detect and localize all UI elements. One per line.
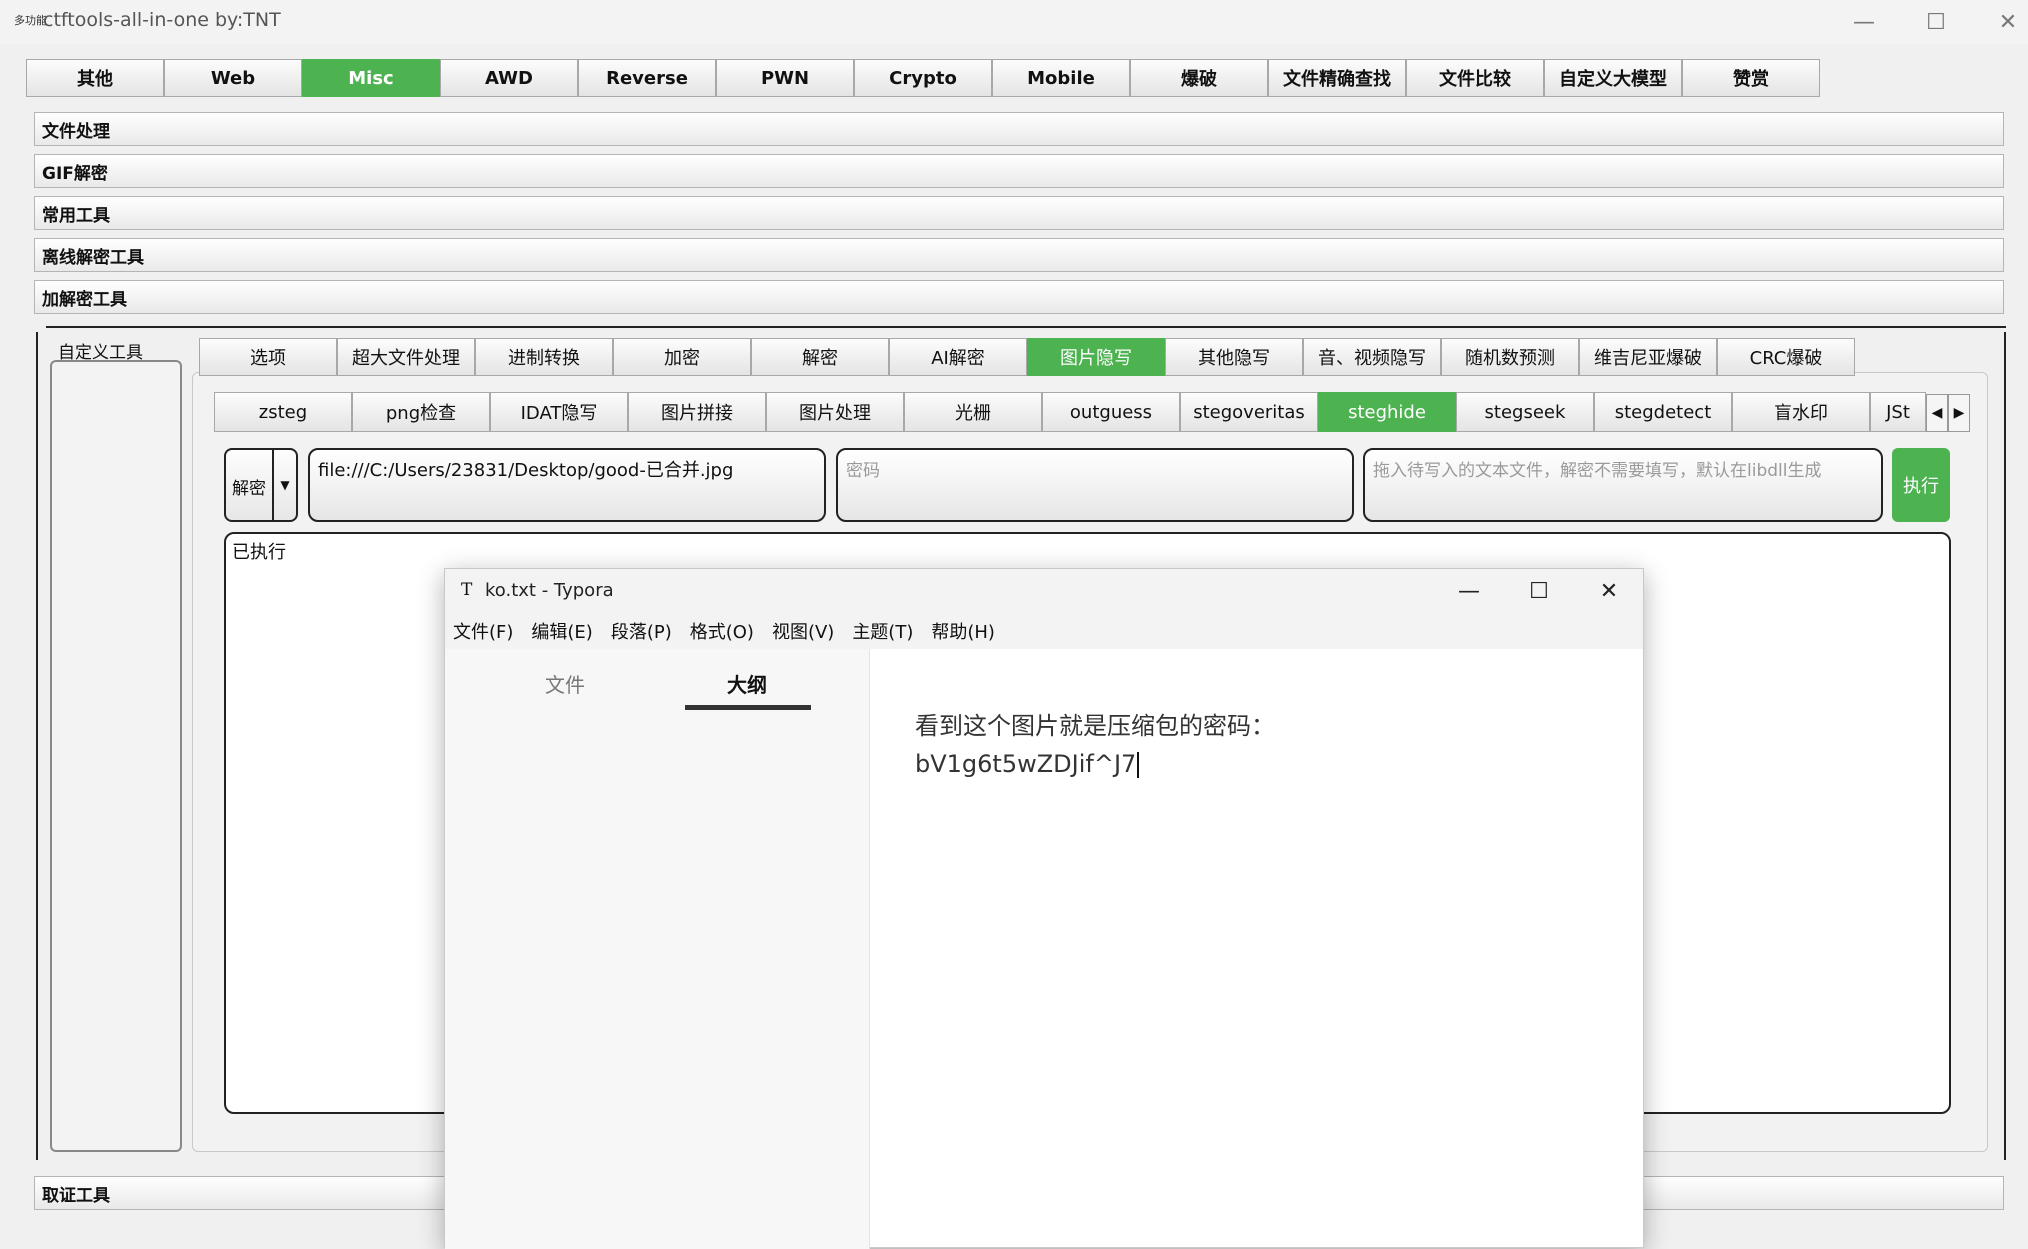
main-tab[interactable]: Crypto (854, 59, 992, 97)
main-tab[interactable]: Misc (302, 59, 440, 97)
sub-tab[interactable]: 维吉尼亚爆破 (1579, 338, 1717, 376)
typora-minimize-icon[interactable]: — (1441, 573, 1497, 609)
menu-file[interactable]: 文件(F) (453, 618, 513, 644)
sub-tab[interactable]: 超大文件处理 (337, 338, 475, 376)
sub-tab[interactable]: AI解密 (889, 338, 1027, 376)
sub-tab[interactable]: CRC爆破 (1717, 338, 1855, 376)
mode-value: 解密 (232, 479, 266, 499)
tool-tab[interactable]: png检查 (352, 392, 490, 432)
main-tab[interactable]: 文件精确查找 (1268, 59, 1406, 97)
main-tab[interactable]: Reverse (578, 59, 716, 97)
typora-close-icon[interactable]: ✕ (1581, 573, 1637, 609)
sidebar-tab-outline[interactable]: 大纲 (727, 669, 767, 698)
tool-tab[interactable]: IDAT隐写 (490, 392, 628, 432)
close-icon[interactable]: ✕ (1980, 4, 2028, 40)
execute-button[interactable]: 执行 (1892, 448, 1950, 522)
menu-paragraph[interactable]: 段落(P) (611, 618, 672, 644)
section-common-tools[interactable]: 常用工具 (34, 196, 2004, 230)
main-tab[interactable]: Mobile (992, 59, 1130, 97)
content-line: 看到这个图片就是压缩包的密码： (915, 712, 1275, 740)
menu-view[interactable]: 视图(V) (772, 618, 834, 644)
menu-format[interactable]: 格式(O) (690, 618, 754, 644)
custom-tools-label: 自定义工具 (52, 338, 150, 363)
maximize-icon[interactable]: ☐ (1908, 4, 1964, 40)
typora-title: ko.txt - Typora (485, 580, 614, 601)
minimize-icon[interactable]: — (1836, 4, 1892, 40)
sub-tab[interactable]: 解密 (751, 338, 889, 376)
sub-tab[interactable]: 随机数预测 (1441, 338, 1579, 376)
password-input[interactable]: 密码 (836, 448, 1354, 522)
tool-tab[interactable]: 图片拼接 (628, 392, 766, 432)
sub-tab[interactable]: 选项 (199, 338, 337, 376)
section-gif-decrypt[interactable]: GIF解密 (34, 154, 2004, 188)
typora-sidebar: 文件 大纲 (445, 649, 870, 1249)
main-tab[interactable]: 其他 (26, 59, 164, 97)
output-text: 已执行 (232, 542, 286, 563)
menu-help[interactable]: 帮助(H) (931, 618, 995, 644)
main-tab[interactable]: 自定义大模型 (1544, 59, 1682, 97)
main-tab[interactable]: Web (164, 59, 302, 97)
menu-edit[interactable]: 编辑(E) (531, 618, 592, 644)
content-line: bV1g6t5wZDJif^J7 (915, 750, 1137, 778)
main-tab[interactable]: PWN (716, 59, 854, 97)
tool-tab[interactable]: stegdetect (1594, 392, 1732, 432)
section-offline-decrypt[interactable]: 离线解密工具 (34, 238, 2004, 272)
window-title: ctftools-all-in-one by:TNT (43, 9, 281, 31)
scroll-left-icon[interactable]: ◀ (1926, 394, 1948, 432)
tool-tab[interactable]: outguess (1042, 392, 1180, 432)
sub-tab[interactable]: 其他隐写 (1165, 338, 1303, 376)
sub-tab[interactable]: 图片隐写 (1027, 338, 1165, 376)
sub-tab[interactable]: 音、视频隐写 (1303, 338, 1441, 376)
typora-editor[interactable]: 看到这个图片就是压缩包的密码： bV1g6t5wZDJif^J7 (915, 707, 1275, 783)
tool-tab[interactable]: 光栅 (904, 392, 1042, 432)
section-file-processing[interactable]: 文件处理 (34, 112, 2004, 146)
frame-top-line (46, 326, 2006, 328)
tool-tab[interactable]: JSt (1870, 392, 1926, 432)
typora-window: T ko.txt - Typora — ☐ ✕ 文件(F) 编辑(E) 段落(P… (444, 568, 1644, 1249)
file-path-input[interactable]: file:///C:/Users/23831/Desktop/good-已合并.… (308, 448, 826, 522)
menu-theme[interactable]: 主题(T) (852, 618, 913, 644)
active-tab-underline (685, 705, 811, 710)
typora-maximize-icon[interactable]: ☐ (1511, 573, 1567, 609)
title-bar (0, 0, 2028, 44)
sidebar-tab-files[interactable]: 文件 (545, 669, 585, 698)
main-tab[interactable]: 爆破 (1130, 59, 1268, 97)
section-encrypt-decrypt[interactable]: 加解密工具 (34, 280, 2004, 314)
custom-tools-list[interactable] (50, 360, 182, 1152)
sub-tab[interactable]: 进制转换 (475, 338, 613, 376)
tool-tab[interactable]: stegoveritas (1180, 392, 1318, 432)
main-tab[interactable]: 文件比较 (1406, 59, 1544, 97)
chevron-down-icon[interactable]: ▼ (272, 450, 296, 520)
tab-scroller: ◀ ▶ (1926, 394, 1970, 432)
typora-icon: T (461, 580, 473, 600)
tool-tab[interactable]: 盲水印 (1732, 392, 1870, 432)
mode-select[interactable]: 解密 ▼ (224, 448, 298, 522)
main-tab[interactable]: 赞赏 (1682, 59, 1820, 97)
tool-tab[interactable]: 图片处理 (766, 392, 904, 432)
scroll-right-icon[interactable]: ▶ (1948, 394, 1970, 432)
typora-menu-bar: 文件(F) 编辑(E) 段落(P) 格式(O) 视图(V) 主题(T) 帮助(H… (445, 613, 1643, 649)
tool-tab[interactable]: steghide (1318, 392, 1456, 432)
main-tab[interactable]: AWD (440, 59, 578, 97)
text-cursor (1137, 752, 1140, 778)
sub-tab[interactable]: 加密 (613, 338, 751, 376)
tool-tab[interactable]: stegseek (1456, 392, 1594, 432)
text-file-input[interactable]: 拖入待写入的文本文件，解密不需要填写，默认在libdll生成 (1363, 448, 1883, 522)
tool-tab[interactable]: zsteg (214, 392, 352, 432)
